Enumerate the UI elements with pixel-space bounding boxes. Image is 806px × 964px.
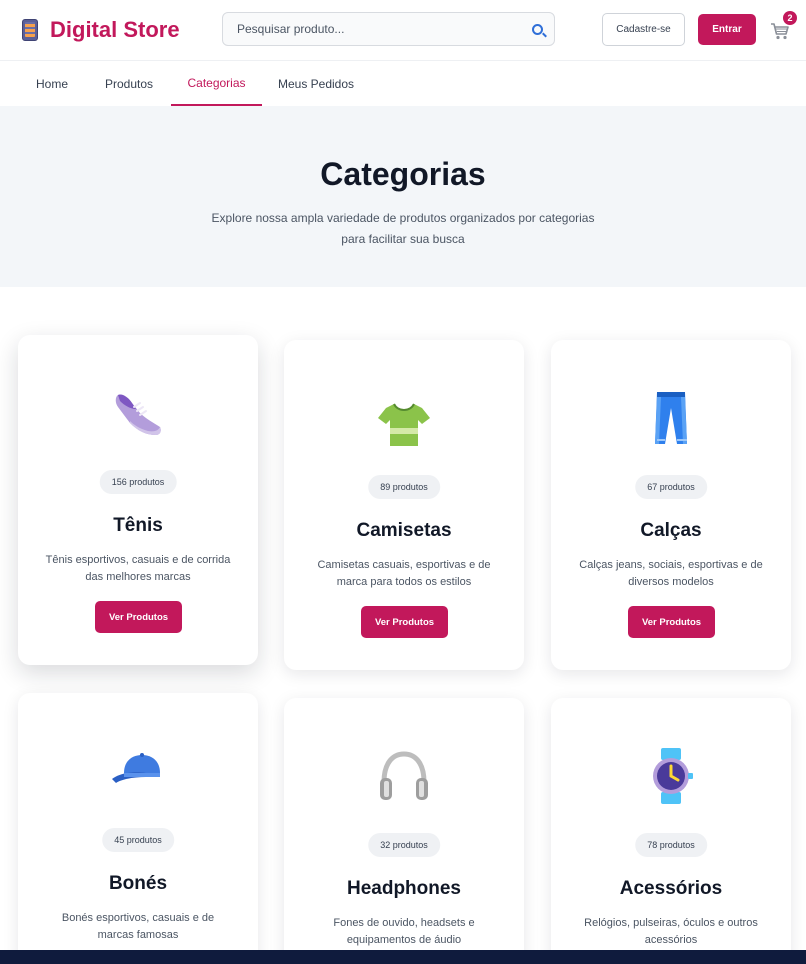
taskbar <box>0 950 806 964</box>
product-count-badge: 32 produtos <box>368 833 440 857</box>
watch-icon <box>641 746 701 806</box>
cart-count-badge: 2 <box>783 11 797 25</box>
category-card-headphones[interactable]: 32 produtos Headphones Fones de ouvido, … <box>284 698 524 964</box>
mobile-phone-icon <box>22 19 38 41</box>
category-card-calcas[interactable]: 67 produtos Calças Calças jeans, sociais… <box>551 340 791 670</box>
product-count-badge: 67 produtos <box>635 475 707 499</box>
category-title: Tênis <box>113 515 163 536</box>
category-card-camisetas[interactable]: 89 produtos Camisetas Camisetas casuais,… <box>284 340 524 670</box>
category-title: Calças <box>640 520 702 541</box>
nav-categories[interactable]: Categorias <box>171 61 262 106</box>
product-count-badge: 89 produtos <box>368 475 440 499</box>
category-description: Camisetas casuais, esportivas e de marca… <box>317 559 491 588</box>
search-bar <box>222 12 555 46</box>
product-count-badge: 45 produtos <box>102 828 174 852</box>
view-products-button[interactable]: Ver Produtos <box>361 606 448 638</box>
category-card-acessorios[interactable]: 78 produtos Acessórios Relógios, pulseir… <box>551 698 791 964</box>
category-description: Fones de ouvido, headsets e equipamentos… <box>333 917 475 946</box>
nav-products[interactable]: Produtos <box>96 61 162 106</box>
category-title: Headphones <box>346 878 462 899</box>
headphones-icon <box>374 746 434 806</box>
category-title: Bonés <box>108 873 168 894</box>
login-button[interactable]: Entrar <box>698 14 756 45</box>
category-description: Tênis esportivos, casuais e de corrida d… <box>45 554 231 583</box>
sneaker-icon <box>108 383 168 443</box>
category-title: Acessórios <box>619 878 723 899</box>
category-card-bones[interactable]: 45 produtos Bonés Bonés esportivos, casu… <box>18 693 258 964</box>
nav-home[interactable]: Home <box>22 61 82 106</box>
view-products-button[interactable]: Ver Produtos <box>628 606 715 638</box>
category-title: Camisetas <box>356 520 452 541</box>
page-subtitle: Explore nossa ampla variedade de produto… <box>211 211 595 246</box>
category-description: Relógios, pulseiras, óculos e outros ace… <box>584 917 758 946</box>
product-count-badge: 78 produtos <box>635 833 707 857</box>
jeans-icon <box>641 388 701 448</box>
search-input[interactable] <box>237 13 517 45</box>
hero-section: Categorias Explore nossa ampla variedade… <box>0 106 806 287</box>
page-title: Categorias <box>320 156 486 192</box>
category-description: Bonés esportivos, casuais e de marcas fa… <box>61 912 215 941</box>
nav-my-orders[interactable]: Meus Pedidos <box>274 61 358 106</box>
search-icon[interactable] <box>532 24 543 35</box>
category-description: Calças jeans, sociais, esportivas e de d… <box>579 559 763 588</box>
cap-icon <box>108 741 168 801</box>
product-count-badge: 156 produtos <box>99 470 177 494</box>
register-button[interactable]: Cadastre-se <box>602 13 685 46</box>
tshirt-icon <box>374 394 434 454</box>
main-nav: Home Produtos Categorias Meus Pedidos <box>0 61 806 106</box>
view-products-button[interactable]: Ver Produtos <box>95 601 182 633</box>
brand-logo[interactable]: Digital Store <box>22 17 180 43</box>
brand-name: Digital Store <box>50 17 180 42</box>
category-card-tenis[interactable]: 156 produtos Tênis Tênis esportivos, cas… <box>18 335 258 665</box>
site-header: Digital Store Cadastre-se Entrar 2 <box>0 0 806 61</box>
